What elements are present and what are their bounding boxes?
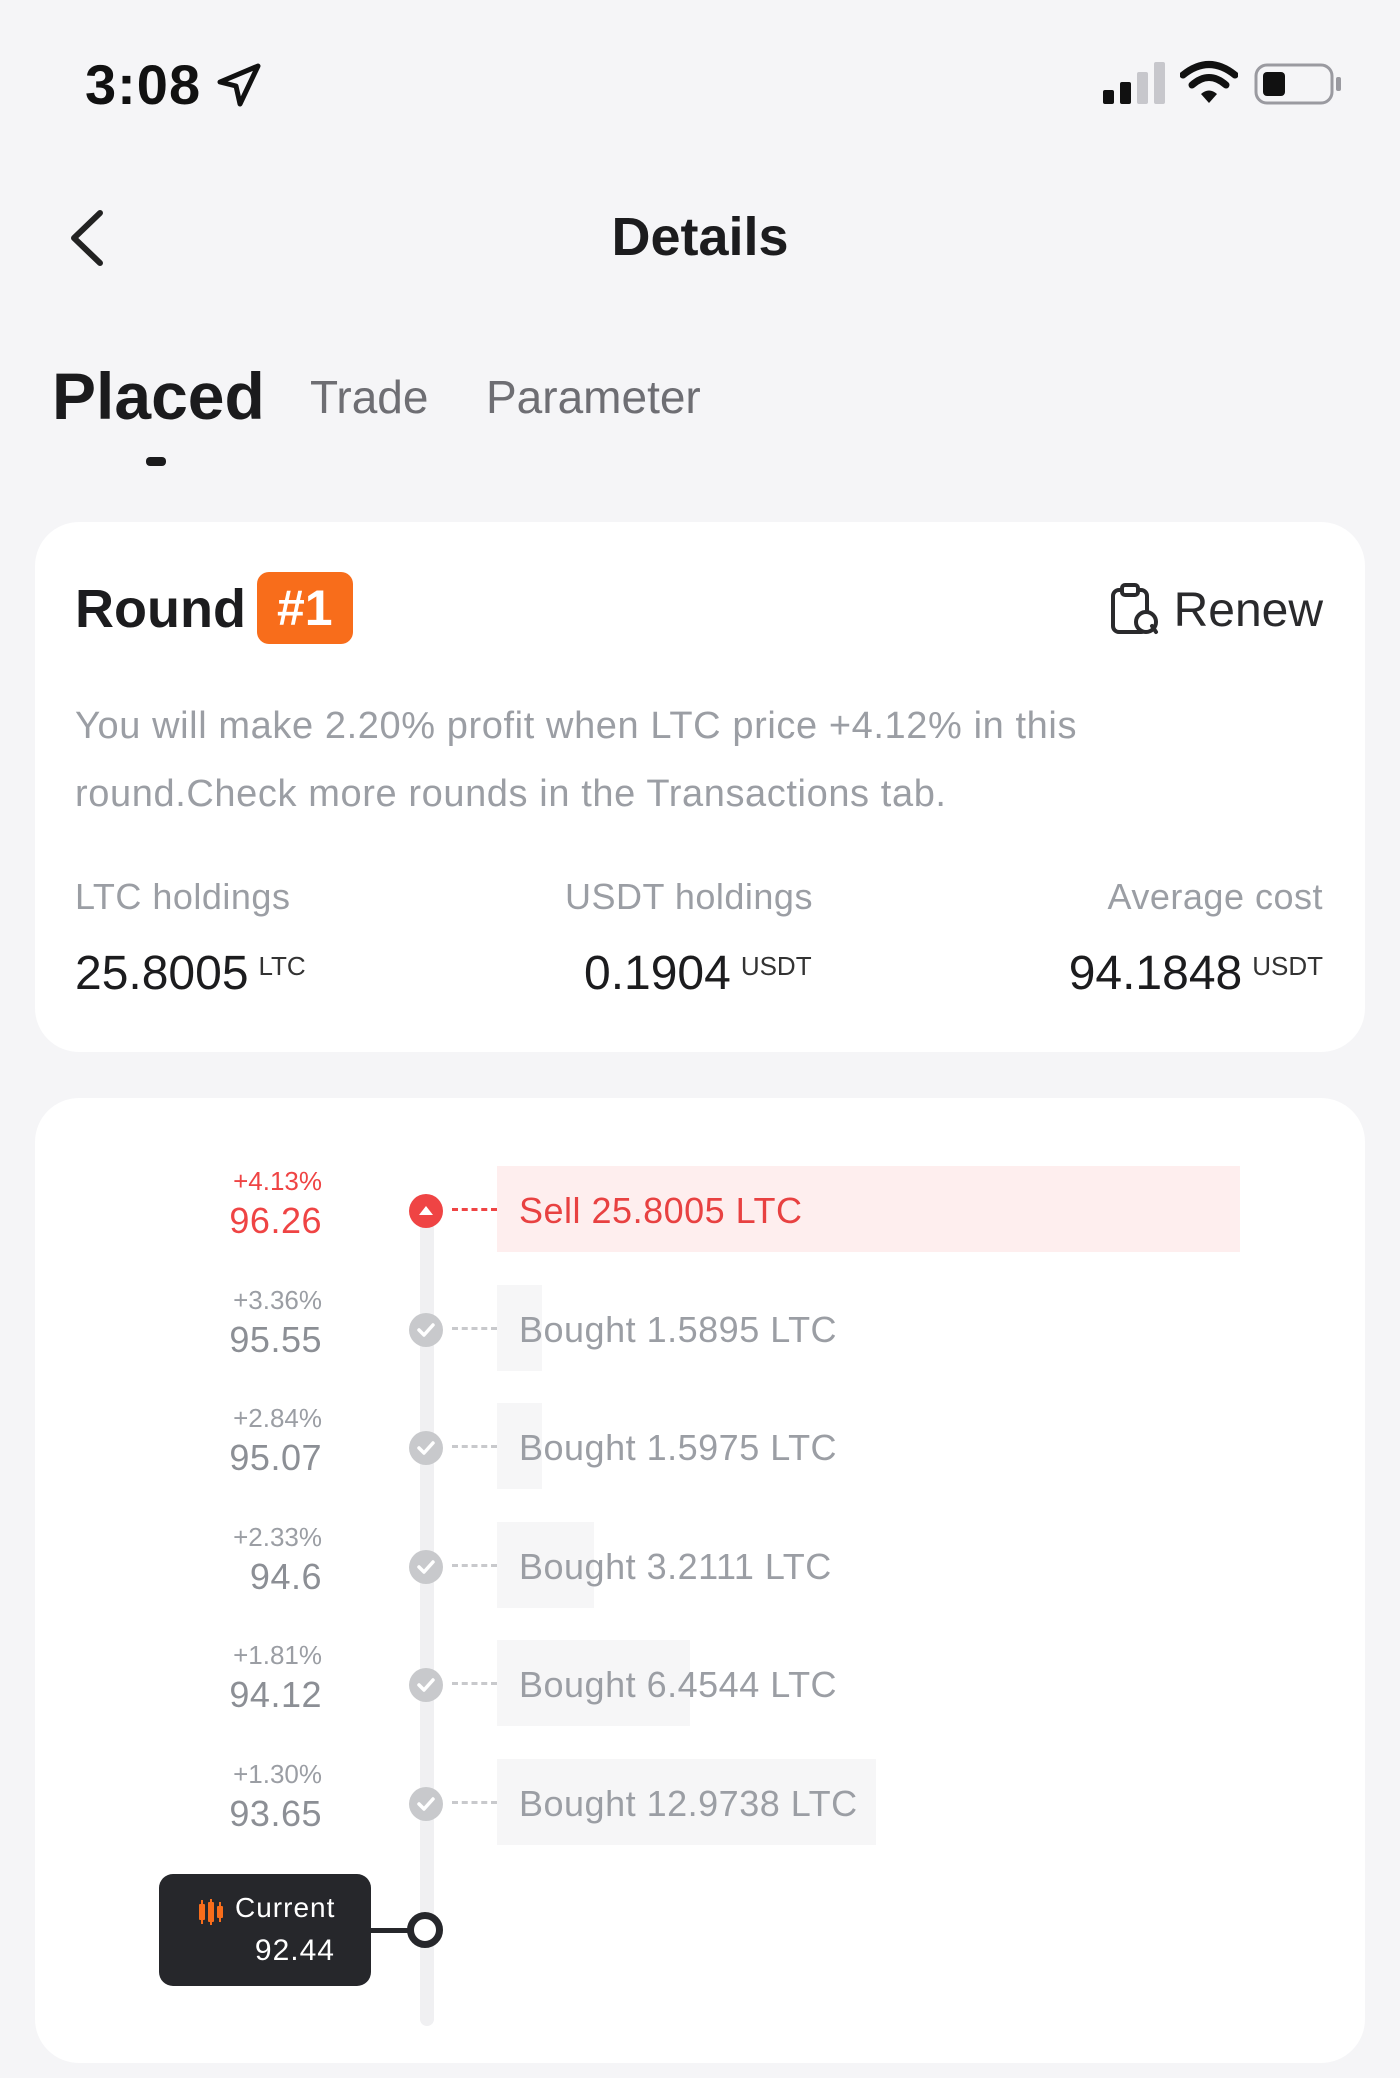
level-price: 93.65 xyxy=(229,1792,322,1834)
cellular-signal-icon xyxy=(1103,62,1165,104)
level-percent: +4.13% xyxy=(233,1166,322,1196)
stat-usdt-holdings: USDT holdings 0.1904 USDT xyxy=(565,876,813,1001)
level-connector xyxy=(452,1563,497,1567)
page-title: Details xyxy=(611,207,789,267)
price-ladder-card: +4.13% 96.26 Sell 25.8005 LTC +3.36% 95.55 Bo… xyxy=(35,1098,1365,2063)
level-order-text: Bought 1.5975 LTC xyxy=(519,1427,838,1468)
tab-placed[interactable]: Placed xyxy=(52,358,265,434)
stat-label: USDT holdings xyxy=(565,876,813,917)
tab-indicator xyxy=(146,457,166,466)
stat-unit: USDT xyxy=(1252,951,1323,981)
current-label: Current xyxy=(235,1892,336,1923)
level-connector xyxy=(452,1445,497,1448)
checkmark-icon xyxy=(409,1312,443,1347)
level-order-text: Bought 12.9738 LTC xyxy=(519,1782,858,1824)
candlestick-icon xyxy=(199,1899,223,1925)
status-bar: 3:08 xyxy=(0,0,1400,150)
stat-label: Average cost xyxy=(1107,876,1323,917)
location-arrow-icon xyxy=(217,63,261,107)
stat-ltc-holdings: LTC holdings 25.8005 LTC xyxy=(75,876,306,1001)
checkmark-icon xyxy=(409,1549,443,1584)
round-card: Round #1 Renew You will make 2.20% profi… xyxy=(35,522,1365,1052)
ladder-level-bought: +2.33% 94.6 Bought 3.2111 LTC xyxy=(35,1521,1365,1612)
round-label: Round xyxy=(75,579,246,639)
level-percent: +2.84% xyxy=(233,1403,322,1433)
level-order-text: Bought 1.5895 LTC xyxy=(519,1308,838,1350)
level-order-text: Sell 25.8005 LTC xyxy=(519,1190,803,1231)
round-number-badge: #1 xyxy=(257,572,353,644)
level-percent: +1.30% xyxy=(233,1758,322,1789)
tab-trade[interactable]: Trade xyxy=(310,370,428,424)
ladder-level-bought: +2.84% 95.07 Bought 1.5975 LTC xyxy=(35,1403,1365,1493)
stat-value: 0.1904 xyxy=(584,947,731,1000)
stat-average-cost: Average cost 94.1848 USDT xyxy=(1069,876,1323,1001)
level-price: 94.12 xyxy=(229,1674,322,1715)
current-price-tag: Current 92.44 xyxy=(159,1874,371,1986)
ladder-level-bought: +3.36% 95.55 Bought 1.5895 LTC xyxy=(35,1284,1365,1375)
level-connector xyxy=(452,1208,497,1211)
level-connector xyxy=(452,1326,497,1330)
level-price: 95.55 xyxy=(229,1318,322,1360)
checkmark-icon xyxy=(409,1668,443,1702)
level-percent: +1.81% xyxy=(233,1640,322,1670)
tab-parameter[interactable]: Parameter xyxy=(486,370,701,424)
ladder-level-bought: +1.30% 93.65 Bought 12.9738 LTC xyxy=(35,1758,1365,1849)
ladder-level-bought: +1.81% 94.12 Bought 6.4544 LTC xyxy=(35,1640,1365,1730)
level-percent: +3.36% xyxy=(233,1284,322,1315)
current-connector xyxy=(371,1928,411,1933)
wifi-icon xyxy=(1180,61,1238,103)
renew-button[interactable]: Renew xyxy=(1108,578,1323,642)
checkmark-icon xyxy=(409,1786,443,1821)
level-connector xyxy=(452,1800,497,1804)
sell-up-arrow-icon xyxy=(409,1194,443,1228)
level-price: 96.26 xyxy=(229,1200,322,1241)
battery-icon xyxy=(1254,63,1341,105)
round-description: You will make 2.20% profit when LTC pric… xyxy=(75,705,1078,815)
status-time: 3:08 xyxy=(85,53,202,116)
stat-unit: LTC xyxy=(258,951,306,981)
level-price: 94.6 xyxy=(249,1555,322,1597)
checkmark-icon xyxy=(409,1431,443,1465)
renew-clipboard-icon xyxy=(1110,583,1158,634)
level-order-text: Bought 3.2111 LTC xyxy=(519,1545,832,1587)
level-price: 95.07 xyxy=(229,1437,322,1478)
ladder-level-sell: +4.13% 96.26 Sell 25.8005 LTC xyxy=(35,1166,1365,1256)
level-connector xyxy=(452,1682,497,1685)
level-order-text: Bought 6.4544 LTC xyxy=(519,1664,838,1705)
stat-value: 25.8005 xyxy=(75,947,249,1000)
current-price-marker xyxy=(407,1912,443,1948)
renew-label: Renew xyxy=(1173,583,1323,637)
level-percent: +2.33% xyxy=(233,1521,322,1552)
stat-label: LTC holdings xyxy=(75,876,291,917)
stat-value: 94.1848 xyxy=(1068,947,1243,1000)
stat-unit: USDT xyxy=(740,951,812,981)
current-value: 92.44 xyxy=(254,1934,335,1967)
